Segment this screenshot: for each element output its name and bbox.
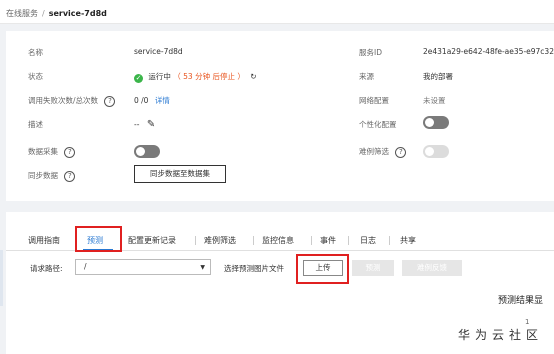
tab-config-history[interactable]: 配置更新记录 bbox=[128, 235, 176, 246]
name-label: 名称 bbox=[28, 48, 43, 57]
data-collect-label-text: 数据采集 bbox=[28, 147, 58, 156]
sync-to-dataset-button[interactable]: 同步数据至数据集 bbox=[134, 165, 226, 183]
sync-data-label-text: 同步数据 bbox=[28, 171, 58, 180]
tab-call-guide[interactable]: 调用指南 bbox=[28, 235, 60, 246]
source-value: 我的部署 bbox=[423, 72, 453, 81]
status-text: 运行中 bbox=[148, 72, 171, 81]
description-label: 描述 bbox=[28, 120, 43, 129]
help-icon[interactable]: ? bbox=[64, 171, 76, 182]
tab-logs[interactable]: 日志 bbox=[360, 235, 376, 246]
hard-example-toggle bbox=[423, 145, 449, 158]
status-label: 状态 bbox=[28, 72, 43, 81]
calls-detail-link[interactable]: 详情 bbox=[155, 96, 170, 105]
highlight-box-predict-tab bbox=[75, 226, 122, 252]
service-id-value: 2e431a29-e642-48fe-ae35-e97c32ed bbox=[423, 47, 554, 56]
status-countdown: （ 53 分钟 后停止 ） bbox=[173, 72, 245, 81]
breadcrumb-current: service-7d8d bbox=[48, 9, 107, 18]
name-value: service-7d8d bbox=[134, 47, 183, 56]
refresh-icon[interactable]: ↻ bbox=[250, 72, 256, 81]
request-path-value: / bbox=[84, 262, 87, 271]
breadcrumb: 在线服务 / service-7d8d bbox=[6, 8, 107, 19]
watermark-mark: 1 bbox=[525, 318, 530, 326]
tab-monitoring[interactable]: 监控信息 bbox=[262, 235, 294, 246]
request-path-label: 请求路径: bbox=[30, 264, 63, 273]
request-path-select[interactable]: / ▼ bbox=[75, 259, 211, 275]
hard-example-label: 难例筛选 ? bbox=[359, 146, 407, 158]
prediction-result-title: 预测结果显 bbox=[498, 296, 544, 306]
calls-value: 0 /0 详情 bbox=[134, 95, 170, 106]
help-icon[interactable]: ? bbox=[104, 96, 116, 107]
dropdown-arrow-icon: ▼ bbox=[200, 264, 205, 271]
data-collect-toggle[interactable] bbox=[134, 145, 160, 158]
tab-divider bbox=[195, 236, 196, 245]
edit-pencil-icon[interactable]: ✎ bbox=[147, 119, 155, 130]
help-icon[interactable]: ? bbox=[395, 147, 407, 158]
description-text: -- bbox=[134, 120, 140, 129]
calls-label: 调用失败次数/总次数 ? bbox=[28, 95, 116, 107]
tab-hard-example[interactable]: 难例筛选 bbox=[204, 235, 236, 246]
hard-example-label-text: 难例筛选 bbox=[359, 147, 389, 156]
calls-count: 0 /0 bbox=[134, 96, 149, 105]
tab-divider bbox=[311, 236, 312, 245]
sync-data-label: 同步数据 ? bbox=[28, 170, 76, 182]
service-info-card: 名称 service-7d8d 状态 ✓ 运行中 （ 53 分钟 后停止 ） ↻… bbox=[6, 31, 554, 201]
personalization-label: 个性化配置 bbox=[359, 120, 397, 129]
description-value: -- ✎ bbox=[134, 119, 155, 130]
breadcrumb-root-link[interactable]: 在线服务 bbox=[6, 9, 38, 18]
data-collect-label: 数据采集 ? bbox=[28, 146, 76, 158]
service-id-label: 服务ID bbox=[359, 48, 382, 57]
predict-button: 预测 bbox=[352, 260, 394, 276]
network-label: 网络配置 bbox=[359, 96, 389, 105]
tab-divider bbox=[253, 236, 254, 245]
status-value: ✓ 运行中 （ 53 分钟 后停止 ） ↻ bbox=[134, 71, 257, 83]
tab-divider bbox=[348, 236, 349, 245]
running-status-icon: ✓ bbox=[134, 74, 143, 83]
select-file-label: 选择预测图片文件 bbox=[224, 264, 284, 273]
left-edge-strip bbox=[0, 250, 3, 306]
network-value: 未设置 bbox=[423, 96, 446, 105]
top-bar: 在线服务 / service-7d8d bbox=[0, 0, 554, 24]
watermark: 华为云社区 bbox=[458, 328, 544, 342]
source-label: 来源 bbox=[359, 72, 374, 81]
calls-label-text: 调用失败次数/总次数 bbox=[28, 96, 99, 105]
help-icon[interactable]: ? bbox=[64, 147, 76, 158]
tab-divider bbox=[389, 236, 390, 245]
highlight-box-upload-button bbox=[296, 254, 349, 284]
breadcrumb-separator: / bbox=[42, 9, 45, 18]
tab-events[interactable]: 事件 bbox=[320, 235, 336, 246]
personalization-toggle[interactable] bbox=[423, 116, 449, 129]
tab-share[interactable]: 共享 bbox=[400, 235, 416, 246]
hard-example-feedback-button: 难例反馈 bbox=[402, 260, 462, 276]
